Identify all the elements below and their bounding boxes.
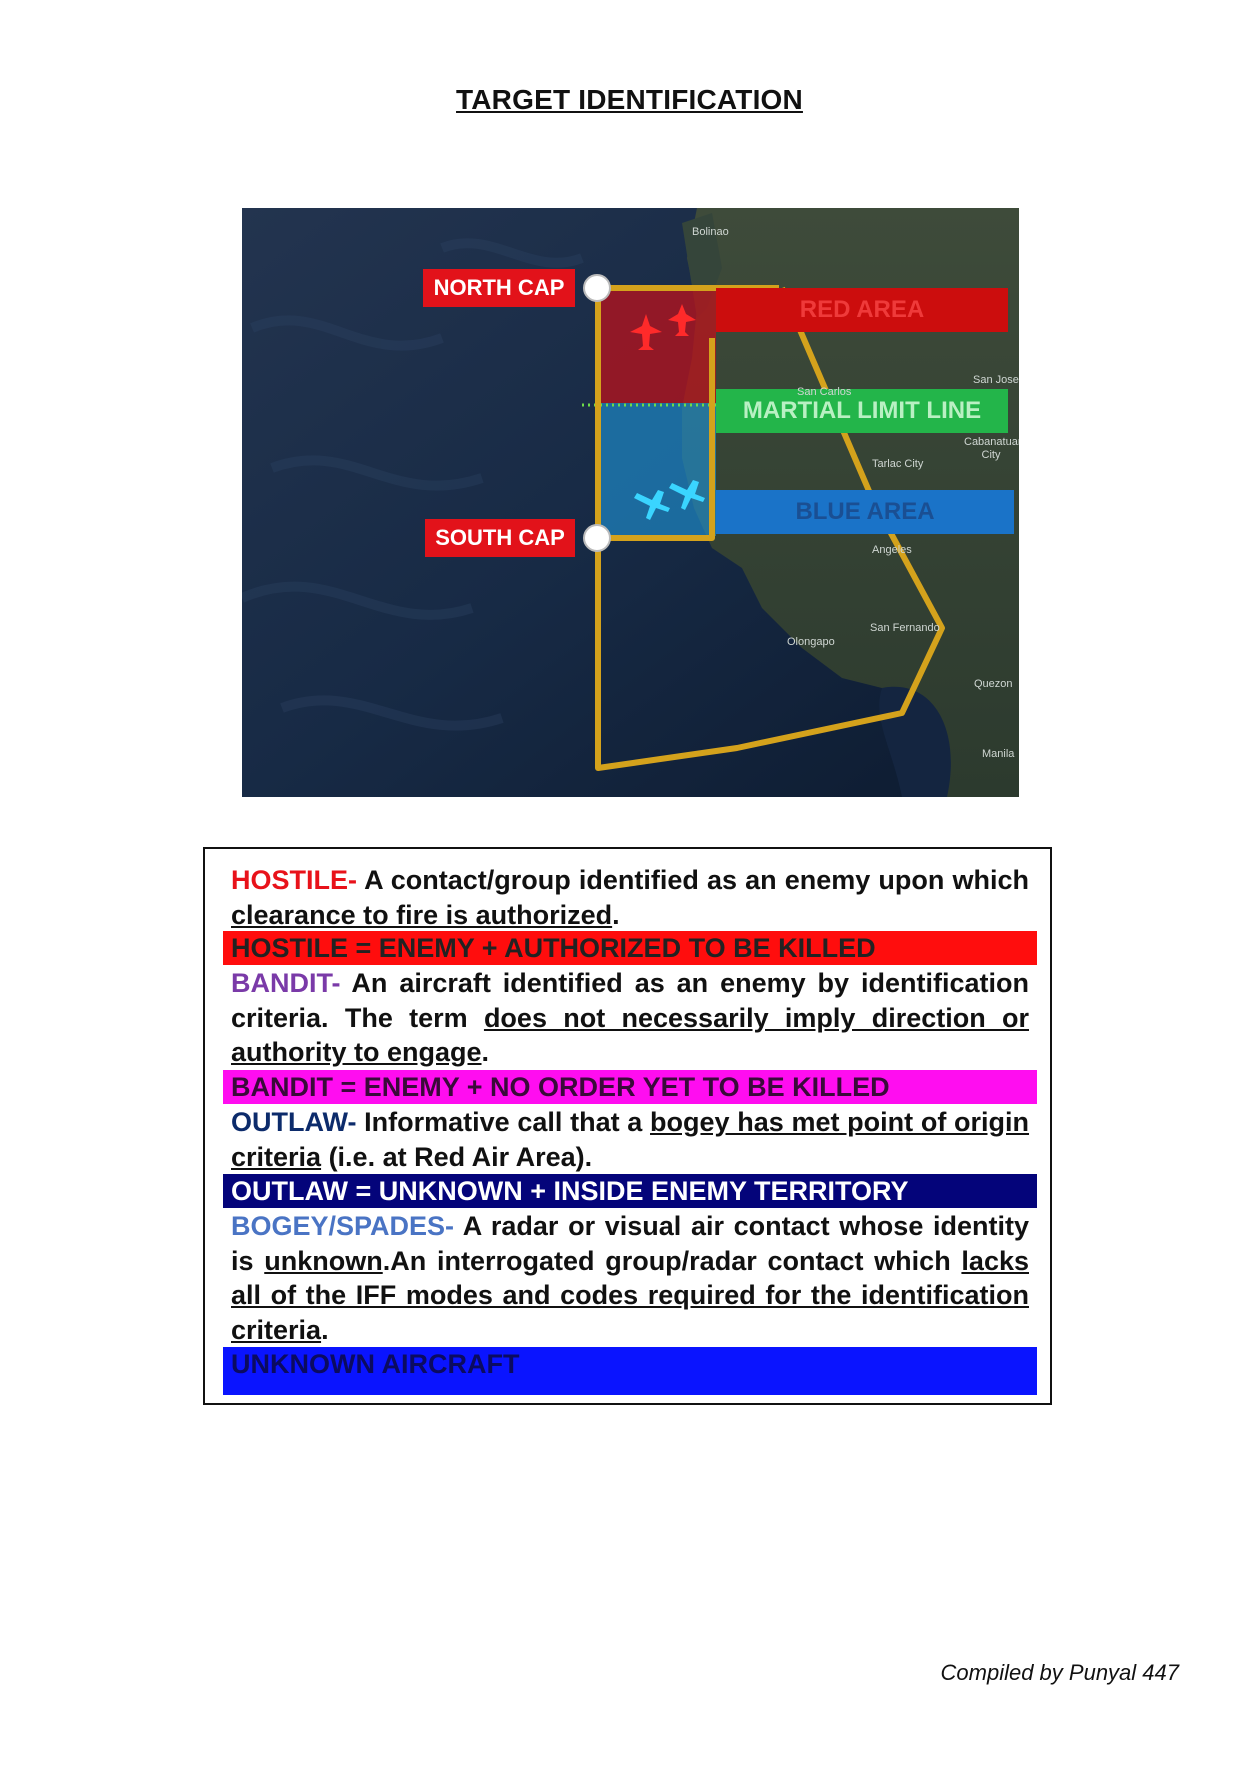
hostile-term: HOSTILE- — [231, 865, 357, 895]
town-label: Angeles — [872, 544, 912, 556]
town-label: Bolinao — [692, 226, 729, 238]
zone-map: NORTH CAP SOUTH CAP RED AREA MARTIAL LIM… — [242, 208, 1019, 797]
town-label: Manila — [982, 748, 1015, 760]
bandit-definition: BANDIT- An aircraft identified as an ene… — [231, 966, 1029, 1070]
town-label: Quezon — [974, 678, 1013, 690]
outlaw-definition: OUTLAW- Informative call that a bogey ha… — [231, 1105, 1029, 1174]
outlaw-band: OUTLAW = UNKNOWN + INSIDE ENEMY TERRITOR… — [223, 1174, 1037, 1208]
north-cap-label: NORTH CAP — [423, 269, 575, 307]
definitions-box: HOSTILE- A contact/group identified as a… — [203, 847, 1052, 1405]
hostile-definition: HOSTILE- A contact/group identified as a… — [231, 863, 1029, 932]
red-area-label: RED AREA — [716, 288, 1008, 332]
town-label: San Carlos — [797, 386, 852, 398]
blue-area-label: BLUE AREA — [716, 490, 1014, 534]
martial-limit-label: MARTIAL LIMIT LINE — [716, 389, 1008, 433]
bogey-term: BOGEY/SPADES- — [231, 1211, 455, 1241]
outlaw-text-1: Informative call that a — [356, 1107, 651, 1137]
unknown-band: UNKNOWN AIRCRAFT — [223, 1347, 1037, 1395]
footer-credit: Compiled by Punyal 447 — [940, 1660, 1179, 1685]
blue-area-zone — [598, 403, 716, 536]
red-area-zone — [598, 288, 716, 403]
town-label: San Jose — [973, 374, 1019, 386]
town-label: Tarlac City — [872, 458, 924, 470]
bandit-text-2: . — [481, 1037, 490, 1067]
bogey-underline-1: unknown — [264, 1245, 383, 1276]
bandit-term: BANDIT- — [231, 968, 341, 998]
hostile-text-1: A contact/group identified as an enemy u… — [357, 865, 1029, 895]
south-cap-marker — [583, 524, 611, 552]
outlaw-term: OUTLAW- — [231, 1107, 357, 1137]
hostile-band: HOSTILE = ENEMY + AUTHORIZED TO BE KILLE… — [223, 931, 1037, 965]
town-label: Cabanatuan City — [964, 436, 1019, 461]
town-label: San Fernando — [870, 622, 940, 634]
bogey-text-2: .An interrogated group/radar contact whi… — [382, 1245, 962, 1276]
hostile-underline: clearance to fire is authorized — [231, 899, 613, 930]
bogey-text-3: . — [321, 1314, 329, 1345]
town-label: Olongapo — [787, 636, 835, 648]
south-cap-label: SOUTH CAP — [425, 519, 575, 557]
outlaw-text-2: (i.e. at Red Air Area). — [321, 1141, 593, 1172]
hostile-text-2: . — [612, 899, 620, 930]
bogey-definition: BOGEY/SPADES- A radar or visual air cont… — [231, 1209, 1029, 1347]
north-cap-marker — [583, 274, 611, 302]
bandit-band: BANDIT = ENEMY + NO ORDER YET TO BE KILL… — [223, 1070, 1037, 1104]
page-title: TARGET IDENTIFICATION — [456, 84, 803, 115]
